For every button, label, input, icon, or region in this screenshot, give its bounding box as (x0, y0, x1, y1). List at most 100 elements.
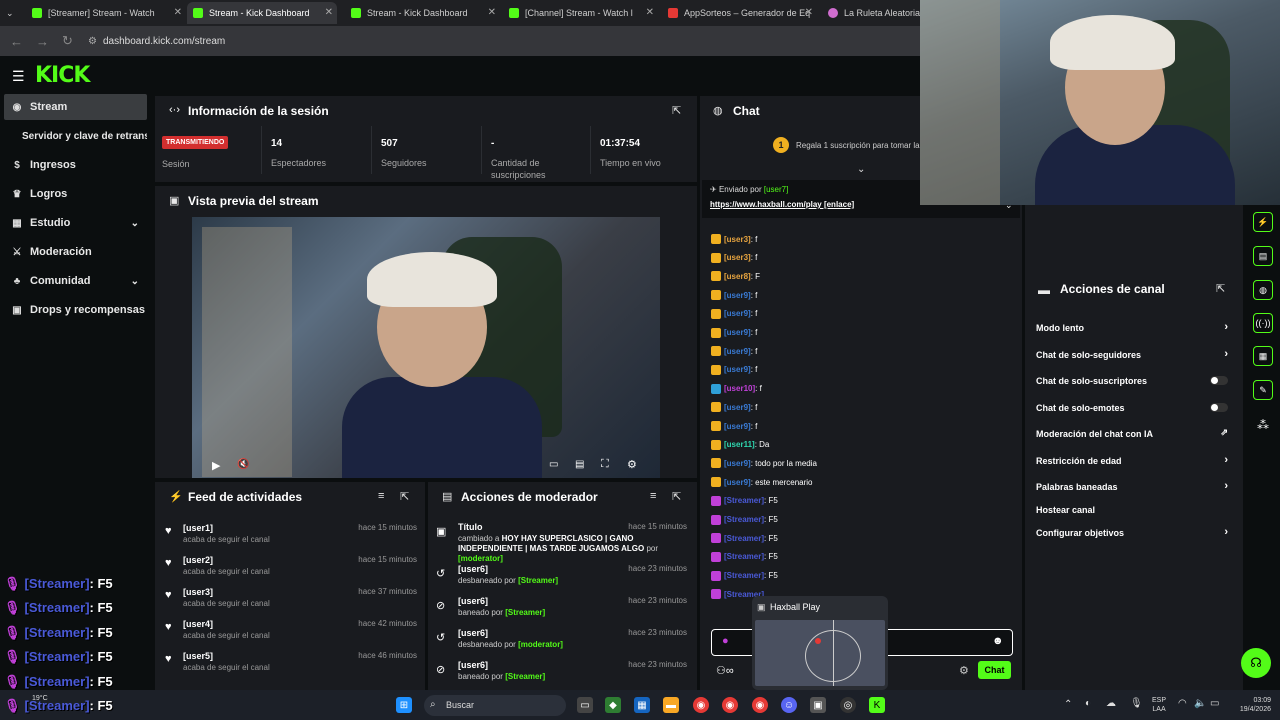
calculator-icon[interactable]: ▦ (634, 697, 650, 713)
chrome-icon[interactable]: ◉ (722, 697, 738, 713)
popout-icon[interactable]: ⇱ (672, 490, 681, 503)
close-icon[interactable]: ✕ (174, 7, 182, 18)
subs-only-toggle[interactable] (1210, 376, 1228, 385)
chat-username[interactable]: [user10] (724, 384, 755, 393)
language-indicator[interactable]: ESP LAA (1152, 696, 1166, 714)
pip-icon[interactable]: ▭ (549, 459, 558, 470)
chat-username[interactable]: [user9] (724, 403, 751, 412)
browser-tab-active[interactable]: Stream - Kick Dashboard ✕ (187, 2, 337, 24)
list-item[interactable]: ♥ [user4] acaba de seguir el canal hace 42 … (155, 616, 425, 646)
mic-tray-icon[interactable]: 🎙 (1130, 698, 1143, 709)
battery-icon[interactable]: ▭ (1210, 698, 1219, 709)
users-icon[interactable]: ⁂ (1257, 418, 1269, 432)
forward-arrow-icon[interactable]: → (36, 34, 52, 49)
action-host-channel[interactable]: Hostear canal (1036, 505, 1232, 515)
stream-video[interactable]: ▶ 🔇 ▭ ▤ ⛶ ⚙ (192, 217, 660, 478)
cloud-icon[interactable]: ☁ (1106, 698, 1116, 709)
task-view-icon[interactable]: ▭ (577, 697, 593, 713)
browser-tab[interactable]: Stream - Kick Dashboard ✕ (345, 2, 500, 24)
sidebar-item-ingresos[interactable]: $ Ingresos (4, 152, 147, 178)
action-subs-only[interactable]: Chat de solo-suscriptores (1036, 376, 1232, 386)
chat-message[interactable]: [user9]: todo por la media (711, 458, 817, 469)
chat-username[interactable]: [user9] (724, 478, 751, 487)
pinned-link[interactable]: https://www.haxball.com/play [enlace] (710, 200, 854, 209)
discord-icon[interactable]: ☺ (781, 697, 797, 713)
chat-username[interactable]: [user8] (724, 272, 751, 281)
floating-help-button[interactable]: ☊ (1241, 648, 1271, 678)
chat-username[interactable]: [user3] (724, 253, 751, 262)
back-arrow-icon[interactable]: ← (10, 34, 26, 49)
chat-message[interactable]: [user3]: f (711, 252, 757, 263)
tray-icon[interactable]: ◐ (1085, 698, 1091, 709)
list-item[interactable]: ⊘ [user6] hace 23 minutos baneado por [Stre… (428, 660, 693, 690)
sidebar-item-logros[interactable]: ♛ Logros (4, 181, 147, 207)
chat-message[interactable]: [Streamer]: F5 (711, 551, 778, 562)
list-item[interactable]: ↺ [user6] hace 23 minutos desbaneado por [m… (428, 628, 693, 658)
close-icon[interactable]: ✕ (646, 7, 654, 18)
list-item[interactable]: ⊘ [user6] hace 23 minutos baneado por [Stre… (428, 596, 693, 626)
chat-message[interactable]: [user9]: f (711, 290, 757, 301)
theater-icon[interactable]: ▤ (575, 459, 584, 470)
popout-icon[interactable]: ⇱ (672, 104, 681, 117)
emotes-only-toggle[interactable] (1210, 403, 1228, 412)
chat-username[interactable]: [user9] (724, 309, 751, 318)
quick-action-button[interactable]: ((·)) (1253, 313, 1273, 333)
chat-message[interactable]: [user9]: este mercenario (711, 477, 813, 488)
taskbar-search[interactable]: ⌕ Buscar (424, 695, 566, 716)
chat-message[interactable]: [user8]: F (711, 271, 760, 282)
hamburger-menu-icon[interactable]: ☰ (12, 68, 25, 85)
kick-logo[interactable]: KICK (35, 63, 90, 88)
filter-icon[interactable]: ≡ (378, 490, 384, 502)
chevron-down-icon[interactable]: ⌄ (857, 164, 865, 175)
chat-username[interactable]: [user9] (724, 347, 751, 356)
action-age-restriction[interactable]: Restricción de edad › (1036, 454, 1232, 466)
chevron-up-icon[interactable]: ⌃ (1064, 699, 1072, 710)
sidebar-item-server-key[interactable]: Servidor y clave de retransn (4, 123, 147, 149)
browser-tab[interactable]: AppSorteos – Generador de Eq ✕ (662, 2, 817, 24)
browser-tab[interactable]: [Channel] Stream - Watch l ✕ (503, 2, 658, 24)
chat-username[interactable]: [user9] (724, 291, 751, 300)
chat-message[interactable]: [Streamer]: F5 (711, 495, 778, 506)
quick-action-button[interactable]: ⚡ (1253, 212, 1273, 232)
settings-gear-icon[interactable]: ⚙ (627, 458, 637, 471)
chat-username[interactable]: [Streamer] (724, 534, 764, 543)
chat-username[interactable]: [user9] (724, 365, 751, 374)
action-banned-words[interactable]: Palabras baneadas › (1036, 480, 1232, 492)
app-icon[interactable]: ◆ (605, 697, 621, 713)
tab-list-chevron[interactable]: ⌄ (0, 2, 24, 24)
chat-username[interactable]: [user3] (724, 235, 751, 244)
chat-username[interactable]: [Streamer] (724, 552, 764, 561)
sidebar-item-comunidad[interactable]: ♣ Comunidad ⌄ (4, 268, 147, 294)
chat-message[interactable]: [user9]: f (711, 402, 757, 413)
filter-icon[interactable]: ≡ (650, 490, 656, 502)
chat-message[interactable]: [Streamer]: F5 (711, 570, 778, 581)
chat-message[interactable]: [user10]: f (711, 383, 762, 394)
action-slow-mode[interactable]: Modo lento › (1036, 321, 1232, 333)
list-item[interactable]: ↺ [user6] hace 23 minutos desbaneado por [S… (428, 564, 693, 594)
speaker-icon[interactable]: 🔈 (1194, 698, 1206, 709)
gift-sub-promo[interactable]: Regala 1 suscripción para tomar la p (796, 141, 926, 150)
app-icon[interactable]: ▣ (810, 697, 826, 713)
clock[interactable]: 03:09 19/4/2026 (1221, 696, 1271, 714)
action-emotes-only[interactable]: Chat de solo-emotes (1036, 403, 1232, 413)
browser-tab[interactable]: La Ruleta Aleatoria (822, 2, 920, 24)
chat-username[interactable]: [user11] (724, 440, 755, 449)
windows-start-icon[interactable]: ⊞ (396, 697, 412, 713)
close-icon[interactable]: ✕ (805, 7, 813, 18)
obs-icon[interactable]: ◎ (840, 697, 856, 713)
wifi-icon[interactable]: ◠ (1178, 698, 1187, 709)
list-item[interactable]: ♥ [user2] acaba de seguir el canal hace 15 … (155, 552, 425, 582)
browser-tab[interactable]: [Streamer] Stream - Watch ✕ (26, 2, 186, 24)
chat-message[interactable]: [Streamer]: F5 (711, 514, 778, 525)
close-icon[interactable]: ✕ (325, 7, 333, 18)
chat-username[interactable]: [user9] (724, 422, 751, 431)
chat-username[interactable]: [Streamer] (724, 571, 764, 580)
emote-icon[interactable]: ☻ (992, 635, 1004, 647)
reload-icon[interactable]: ↻ (62, 33, 78, 49)
send-chat-button[interactable]: Chat (978, 661, 1011, 679)
kick-app-icon[interactable]: K (869, 697, 885, 713)
url-field[interactable]: ⚙ dashboard.kick.com/stream (88, 30, 920, 52)
chat-tools-icon[interactable]: ⚇∞ (716, 664, 734, 677)
chat-username[interactable]: [Streamer] (724, 496, 764, 505)
popout-icon[interactable]: ⇱ (1216, 282, 1225, 295)
